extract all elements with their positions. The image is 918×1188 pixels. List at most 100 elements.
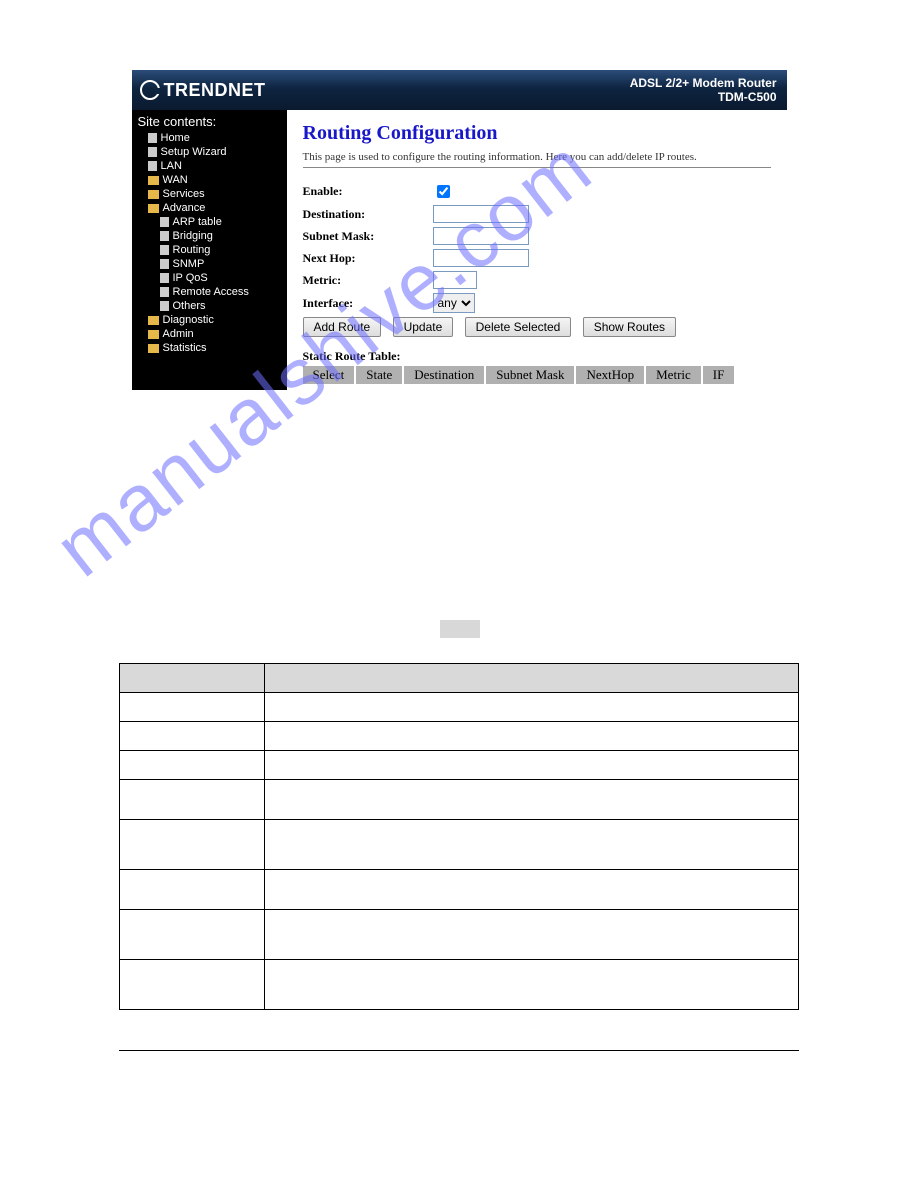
delete-selected-button[interactable]: Delete Selected	[465, 317, 572, 337]
doc-icon	[148, 161, 157, 171]
th-nexthop: NextHop	[575, 366, 645, 384]
sidebar-item-home[interactable]: Home	[138, 131, 281, 145]
sidebar-item-label: Statistics	[163, 342, 207, 354]
doc-icon	[148, 133, 157, 143]
destination-label: Destination:	[303, 207, 433, 222]
update-button[interactable]: Update	[393, 317, 454, 337]
nexthop-input[interactable]	[433, 249, 529, 267]
doc-icon	[160, 259, 169, 269]
doc-icon	[160, 231, 169, 241]
sidebar-item-snmp[interactable]: SNMP	[138, 257, 281, 271]
field-name: Metric	[120, 820, 265, 870]
enable-checkbox[interactable]	[437, 185, 450, 198]
table-row: InterfaceThe interface through which the…	[120, 870, 799, 910]
sidebar-item-label: Home	[161, 132, 190, 144]
doc-icon	[160, 245, 169, 255]
product-model: TDM-C500	[630, 90, 777, 104]
subnet-label: Subnet Mask:	[303, 229, 433, 244]
folder-icon	[148, 190, 159, 199]
product-line: ADSL 2/2+ Modem Router	[630, 76, 777, 90]
footer-rule	[119, 1050, 799, 1051]
doc-icon	[160, 273, 169, 283]
brand-name: TRENDNET	[164, 80, 266, 101]
field-desc: The IP address of the next hop through w…	[265, 780, 799, 820]
sidebar-item-label: Remote Access	[173, 286, 249, 298]
sidebar-item-admin[interactable]: Admin	[138, 327, 281, 341]
sidebar-item-lan[interactable]: LAN	[138, 159, 281, 173]
divider	[303, 167, 771, 168]
sidebar-item-advance[interactable]: Advance	[138, 201, 281, 215]
button-row: Add Route Update Delete Selected Show Ro…	[303, 317, 771, 337]
th-metric: Metric	[645, 366, 702, 384]
content-pane: Routing Configuration This page is used …	[287, 110, 787, 400]
field-name: Enable	[120, 693, 265, 722]
sidebar-item-label: Admin	[163, 328, 194, 340]
table-row: Next HopThe IP address of the next hop t…	[120, 780, 799, 820]
folder-icon	[148, 204, 159, 213]
destination-input[interactable]	[433, 205, 529, 223]
sidebar-item-routing[interactable]: Routing	[138, 243, 281, 257]
add-route-button[interactable]: Add Route	[303, 317, 382, 337]
field-name: Update/Delete Selected	[120, 960, 265, 1010]
field-desc: After clicking the Add Route button, the…	[265, 910, 799, 960]
gray-block	[440, 620, 480, 638]
sidebar-item-label: Advance	[163, 202, 206, 214]
sidebar-item-arp-table[interactable]: ARP table	[138, 215, 281, 229]
sidebar-item-label: Services	[163, 188, 205, 200]
sidebar-item-diagnostic[interactable]: Diagnostic	[138, 313, 281, 327]
sidebar-item-label: ARP table	[173, 216, 222, 228]
th-select: Select	[303, 366, 356, 384]
banner-product: ADSL 2/2+ Modem Router TDM-C500	[630, 76, 777, 105]
fields-th-field: Field	[120, 664, 265, 693]
subnet-input[interactable]	[433, 227, 529, 245]
field-name: Interface	[120, 870, 265, 910]
folder-icon	[148, 344, 159, 353]
sidebar-item-services[interactable]: Services	[138, 187, 281, 201]
sidebar-item-label: Bridging	[173, 230, 213, 242]
doc-icon	[148, 147, 157, 157]
field-name: Add Route	[120, 910, 265, 960]
show-routes-button[interactable]: Show Routes	[583, 317, 676, 337]
page-title: Routing Configuration	[303, 122, 771, 145]
field-desc: The number of hops counted as the cost o…	[265, 820, 799, 870]
doc-icon	[160, 287, 169, 297]
sidebar-item-label: Others	[173, 300, 206, 312]
sidebar-item-ip-qos[interactable]: IP QoS	[138, 271, 281, 285]
sidebar-item-wan[interactable]: WAN	[138, 173, 281, 187]
fields-description-table: Field Description EnableClick to enable/…	[119, 663, 799, 1010]
sidebar-item-remote-access[interactable]: Remote Access	[138, 285, 281, 299]
field-name: Subnet Mask	[120, 751, 265, 780]
table-row: Subnet MaskThe subnet mask of the destin…	[120, 751, 799, 780]
sidebar-item-setup-wizard[interactable]: Setup Wizard	[138, 145, 281, 159]
spacer	[0, 400, 918, 655]
sidebar-item-label: Diagnostic	[163, 314, 214, 326]
sidebar-item-bridging[interactable]: Bridging	[138, 229, 281, 243]
fields-header-row: Field Description	[120, 664, 799, 693]
table-row: MetricThe number of hops counted as the …	[120, 820, 799, 870]
sidebar-item-label: WAN	[163, 174, 188, 186]
page-description: This page is used to configure the routi…	[303, 151, 771, 163]
table-row: EnableClick to enable/disable the select…	[120, 693, 799, 722]
row-nexthop: Next Hop:	[303, 249, 771, 267]
th-if: IF	[702, 366, 735, 384]
sidebar-item-label: Setup Wizard	[161, 146, 227, 158]
sidebar-item-label: LAN	[161, 160, 182, 172]
row-subnet: Subnet Mask:	[303, 227, 771, 245]
sidebar-item-label: IP QoS	[173, 272, 208, 284]
sidebar-item-label: SNMP	[173, 258, 205, 270]
metric-input[interactable]	[433, 271, 477, 289]
sidebar-item-others[interactable]: Others	[138, 299, 281, 313]
table-row: Add RouteAfter clicking the Add Route bu…	[120, 910, 799, 960]
field-name: Next Hop	[120, 780, 265, 820]
doc-icon	[160, 301, 169, 311]
row-interface: Interface: any	[303, 293, 771, 313]
folder-icon	[148, 330, 159, 339]
interface-select[interactable]: any	[433, 293, 475, 313]
fields-th-desc: Description	[265, 664, 799, 693]
interface-label: Interface:	[303, 296, 433, 311]
sidebar-item-statistics[interactable]: Statistics	[138, 341, 281, 355]
th-destination: Destination	[403, 366, 485, 384]
field-desc: The IP address to which packets are to b…	[265, 722, 799, 751]
brand-logo-block: TRENDNET	[140, 80, 266, 101]
static-route-caption: Static Route Table:	[303, 349, 771, 364]
